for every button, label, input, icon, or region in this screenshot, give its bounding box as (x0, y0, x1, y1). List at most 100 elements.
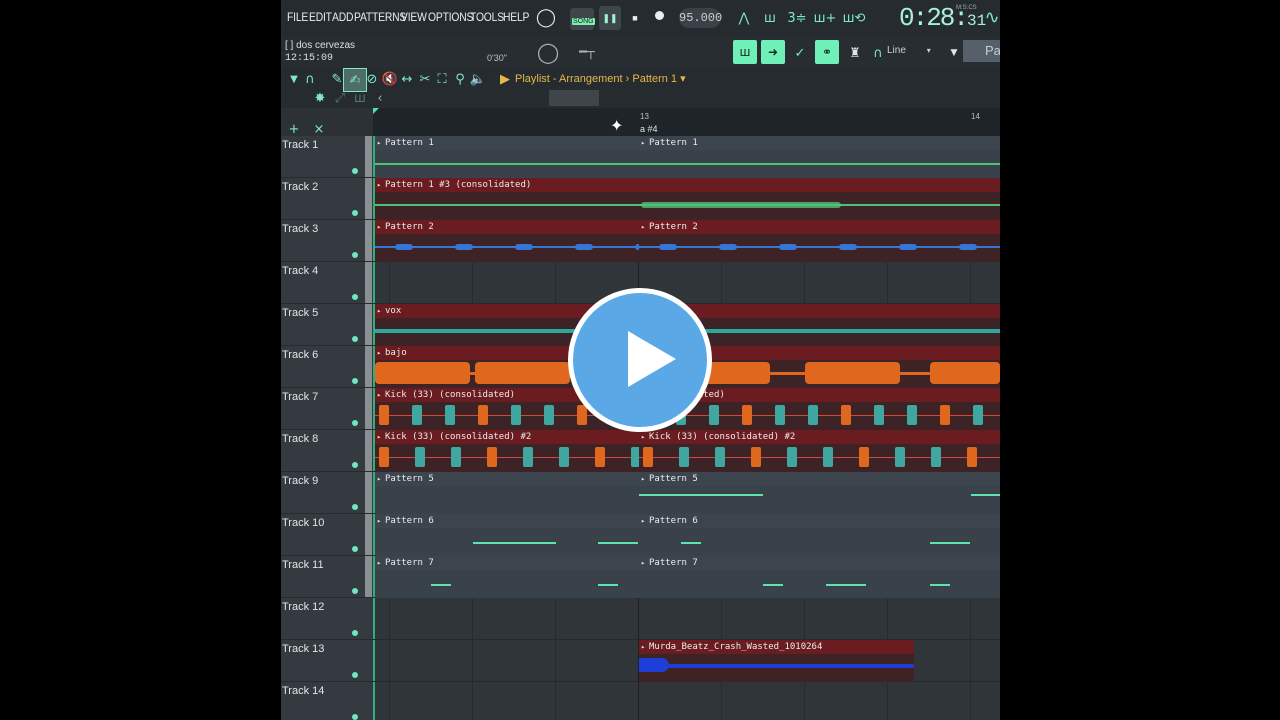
track-color-grip[interactable] (365, 640, 372, 681)
menu-options[interactable]: OPTIONS (428, 10, 473, 24)
track-header[interactable]: Track 10 (281, 514, 373, 556)
track-header[interactable]: Track 4 (281, 262, 373, 304)
waveform-icon[interactable]: ✸ (309, 87, 331, 109)
track-color-grip[interactable] (365, 388, 372, 429)
record-button[interactable] (655, 11, 664, 20)
song-mode-toggle[interactable]: SONG (570, 8, 595, 30)
playlist-title[interactable]: Playlist - Arrangement › Pattern 1 ▾ (515, 72, 686, 85)
pattern-clip[interactable]: Pattern 5 (639, 472, 1000, 514)
menu-patterns[interactable]: PATTERNS (354, 10, 406, 24)
step-edit-icon[interactable]: ш+ (814, 7, 837, 29)
pattern-clip[interactable]: Pattern 1 (639, 136, 1000, 178)
play-pause-button[interactable]: ❚❚ (599, 6, 621, 30)
track-enable-led[interactable] (352, 462, 358, 468)
pitch-knob-icon[interactable]: ◯ (537, 40, 559, 64)
track-color-grip[interactable] (365, 304, 372, 345)
countdown-icon[interactable]: 3≑ (786, 7, 808, 29)
menu-tools[interactable]: TOOLS (470, 10, 504, 24)
tempo-display[interactable]: 95.000 (679, 8, 722, 28)
pattern-clip[interactable]: Pattern 6 (375, 514, 639, 556)
metronome-icon[interactable]: ⋀ (733, 7, 755, 29)
track-color-grip[interactable] (365, 430, 372, 471)
track-color-grip[interactable] (365, 472, 372, 513)
track-enable-led[interactable] (352, 420, 358, 426)
audio-clip[interactable]: Pattern 2 (639, 220, 1000, 262)
track-header[interactable]: Track 1 (281, 136, 373, 178)
master-volume-knob-icon[interactable]: ◯ (535, 6, 557, 28)
menu-add[interactable]: ADD (332, 10, 353, 24)
track-header[interactable]: Track 7 (281, 388, 373, 430)
track-lane[interactable] (373, 598, 1000, 640)
track-color-grip[interactable] (365, 598, 372, 639)
track-color-grip[interactable] (365, 262, 372, 303)
track-header[interactable]: Track 5 (281, 304, 373, 346)
menu-edit[interactable]: EDIT (309, 10, 332, 24)
loop-record-icon[interactable]: ш⟲ (843, 7, 866, 29)
playback-marker-icon[interactable] (373, 108, 379, 114)
track-header[interactable]: Track 9 (281, 472, 373, 514)
playback-tool-icon[interactable]: 🔈 (467, 68, 489, 90)
audio-clip[interactable]: Murda_Beatz_Crash_Wasted_1010264 (639, 640, 914, 682)
horizontal-scrollbar[interactable] (549, 90, 599, 106)
playlist-grid[interactable]: Pattern 1Pattern 1 Pattern 1 #3 (consolid… (373, 136, 1000, 720)
track-enable-led[interactable] (352, 168, 358, 174)
menu-help[interactable]: HELP (503, 10, 529, 24)
pattern-clip[interactable]: Pattern 6 (639, 514, 1000, 556)
track-header[interactable]: Track 14 (281, 682, 373, 720)
track-enable-led[interactable] (352, 210, 358, 216)
track-enable-led[interactable] (352, 294, 358, 300)
main-pitch-slider-icon[interactable]: ━┬ (576, 41, 598, 63)
pattern-select[interactable]: Pa (963, 40, 1000, 62)
track-header[interactable]: Track 8 (281, 430, 373, 472)
link-button[interactable]: ⚭ (815, 40, 839, 64)
magnet-icon[interactable]: ∩ (867, 42, 889, 64)
track-enable-led[interactable] (352, 336, 358, 342)
plugin-icon[interactable]: ♜ (844, 42, 866, 64)
track-enable-led[interactable] (352, 504, 358, 510)
track-color-grip[interactable] (365, 178, 372, 219)
track-header[interactable]: Track 6 (281, 346, 373, 388)
browser-button[interactable]: ш (733, 40, 757, 64)
audio-clip[interactable]: Pattern 1 #3 (consolidated) (375, 178, 1000, 220)
scroll-left-icon[interactable]: ‹ (369, 87, 391, 109)
audio-clip[interactable]: Pattern 2 (375, 220, 639, 262)
track-color-grip[interactable] (365, 220, 372, 261)
pattern-dropdown-icon[interactable]: ▼ (943, 42, 965, 64)
brush-tool-icon[interactable]: ✓ (789, 42, 811, 64)
pattern-clip[interactable]: Pattern 7 (639, 556, 1000, 598)
track-header[interactable]: Track 3 (281, 220, 373, 262)
track-enable-led[interactable] (352, 672, 358, 678)
track-header[interactable]: Track 2 (281, 178, 373, 220)
track-enable-led[interactable] (352, 252, 358, 258)
audio-clip[interactable]: Kick (33) (consolidated) #2 (375, 430, 639, 472)
mixer-button[interactable]: ➜ (761, 40, 785, 64)
pattern-clip[interactable]: Pattern 5 (375, 472, 639, 514)
track-enable-led[interactable] (352, 630, 358, 636)
track-color-grip[interactable] (365, 136, 372, 177)
pattern-clip[interactable]: Pattern 1 (375, 136, 639, 178)
timeline-ruler[interactable]: 13 14 a #4 ✦ (373, 108, 1000, 136)
track-header[interactable]: Track 13 (281, 640, 373, 682)
snap-select[interactable]: Line ▾ (887, 42, 941, 60)
track-lane[interactable] (373, 682, 1000, 720)
track-name: Track 3 (282, 223, 319, 235)
snap-grid-icon[interactable]: ш (349, 87, 371, 109)
menu-file[interactable]: FILE (287, 10, 308, 24)
wait-input-icon[interactable]: ш (759, 7, 781, 29)
track-enable-led[interactable] (352, 588, 358, 594)
pattern-clip[interactable]: Pattern 7 (375, 556, 639, 598)
track-lane[interactable] (373, 262, 1000, 304)
track-color-grip[interactable] (365, 514, 372, 555)
track-enable-led[interactable] (352, 378, 358, 384)
video-play-icon[interactable] (568, 288, 712, 432)
track-enable-led[interactable] (352, 714, 358, 720)
audio-clip[interactable]: Kick (33) (consolidated) #2 (639, 430, 1000, 472)
track-color-grip[interactable] (365, 346, 372, 387)
stretch-icon[interactable]: ⤢ (329, 87, 351, 109)
track-color-grip[interactable] (365, 556, 372, 597)
track-enable-led[interactable] (352, 546, 358, 552)
track-header[interactable]: Track 11 (281, 556, 373, 598)
stop-button[interactable]: ■ (624, 6, 646, 30)
track-header[interactable]: Track 12 (281, 598, 373, 640)
menu-view[interactable]: VIEW (401, 10, 427, 24)
